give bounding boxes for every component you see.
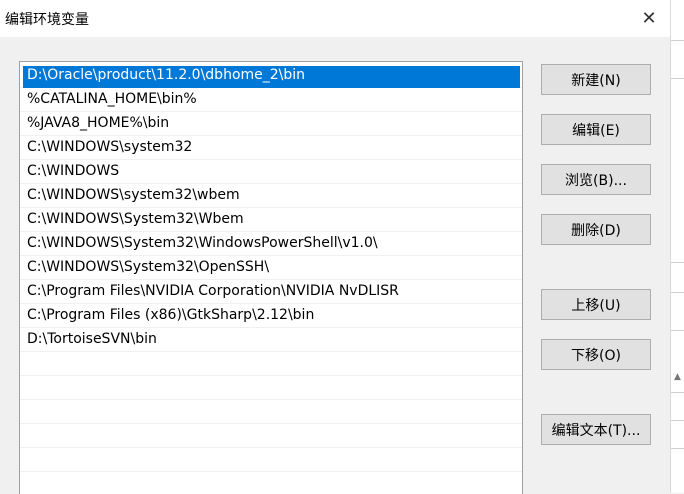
background-window-edge: ▲ bbox=[670, 0, 684, 493]
empty-row[interactable] bbox=[20, 352, 522, 376]
move-down-button[interactable]: 下移(O) bbox=[541, 339, 651, 370]
close-icon: ✕ bbox=[641, 7, 657, 29]
empty-row[interactable] bbox=[20, 472, 522, 494]
list-item[interactable]: C:\WINDOWS bbox=[20, 160, 522, 184]
empty-row[interactable] bbox=[20, 376, 522, 400]
list-item-label: C:\WINDOWS\System32\OpenSSH\ bbox=[27, 259, 270, 275]
list-item[interactable]: C:\Program Files (x86)\GtkSharp\2.12\bin bbox=[20, 304, 522, 328]
empty-row[interactable] bbox=[20, 448, 522, 472]
list-item-label: C:\Program Files (x86)\GtkSharp\2.12\bin bbox=[27, 307, 315, 323]
list-item[interactable]: C:\WINDOWS\System32\WindowsPowerShell\v1… bbox=[20, 232, 522, 256]
window-title: 编辑环境变量 bbox=[5, 12, 89, 28]
list-item-label: C:\WINDOWS\system32\wbem bbox=[27, 187, 240, 203]
list-item-label: C:\WINDOWS bbox=[27, 163, 120, 179]
divider bbox=[671, 420, 684, 421]
list-item-label: %CATALINA_HOME\bin% bbox=[27, 91, 197, 107]
list-item-label: D:\Oracle\product\11.2.0\dbhome_2\bin bbox=[27, 67, 306, 83]
list-item[interactable]: D:\TortoiseSVN\bin bbox=[20, 328, 522, 352]
list-item-label: C:\WINDOWS\System32\WindowsPowerShell\v1… bbox=[27, 235, 378, 251]
list-item[interactable]: %JAVA8_HOME%\bin bbox=[20, 112, 522, 136]
edit-button[interactable]: 编辑(E) bbox=[541, 114, 651, 145]
close-button[interactable]: ✕ bbox=[632, 3, 666, 33]
delete-button[interactable]: 删除(D) bbox=[541, 214, 651, 245]
scroll-arrow-icon: ▲ bbox=[674, 372, 681, 382]
title-bar: 编辑环境变量 ✕ bbox=[0, 0, 670, 37]
list-item[interactable]: C:\WINDOWS\System32\Wbem bbox=[20, 208, 522, 232]
list-item-label: C:\Program Files\NVIDIA Corporation\NVID… bbox=[27, 283, 399, 299]
list-item[interactable]: %CATALINA_HOME\bin% bbox=[20, 88, 522, 112]
list-item-label: C:\WINDOWS\System32\Wbem bbox=[27, 211, 244, 227]
list-item-label: C:\WINDOWS\system32 bbox=[27, 139, 193, 155]
edit-text-button[interactable]: 编辑文本(T)... bbox=[541, 414, 651, 445]
divider bbox=[671, 392, 684, 393]
list-item[interactable]: D:\Oracle\product\11.2.0\dbhome_2\bin bbox=[20, 64, 522, 88]
divider bbox=[671, 330, 684, 331]
list-item-label: %JAVA8_HOME%\bin bbox=[27, 115, 170, 131]
divider bbox=[671, 78, 684, 79]
list-item[interactable]: C:\WINDOWS\system32\wbem bbox=[20, 184, 522, 208]
list-item[interactable]: C:\WINDOWS\system32 bbox=[20, 136, 522, 160]
empty-row[interactable] bbox=[20, 424, 522, 448]
path-list[interactable]: D:\Oracle\product\11.2.0\dbhome_2\bin %C… bbox=[19, 61, 523, 494]
divider bbox=[671, 40, 684, 41]
divider bbox=[671, 292, 684, 293]
empty-row[interactable] bbox=[20, 400, 522, 424]
new-button[interactable]: 新建(N) bbox=[541, 64, 651, 95]
divider bbox=[671, 448, 684, 449]
browse-button[interactable]: 浏览(B)... bbox=[541, 164, 651, 195]
list-item[interactable]: C:\WINDOWS\System32\OpenSSH\ bbox=[20, 256, 522, 280]
divider bbox=[671, 262, 684, 263]
list-item[interactable]: C:\Program Files\NVIDIA Corporation\NVID… bbox=[20, 280, 522, 304]
list-item-label: D:\TortoiseSVN\bin bbox=[27, 331, 157, 347]
move-up-button[interactable]: 上移(U) bbox=[541, 289, 651, 320]
